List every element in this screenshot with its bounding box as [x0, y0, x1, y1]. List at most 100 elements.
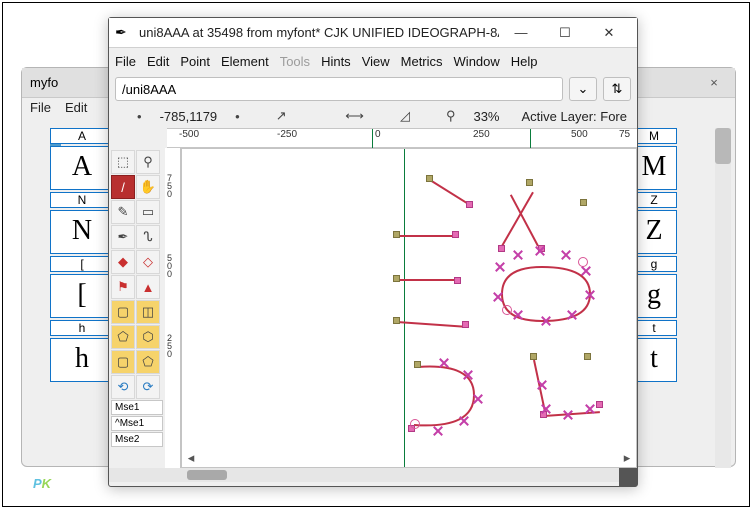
nib-tool[interactable]: ✒ [111, 225, 135, 249]
point-x[interactable] [534, 245, 546, 257]
scale-tool[interactable]: ▢ [111, 300, 135, 324]
point[interactable] [393, 275, 400, 282]
cell-glyph[interactable]: N [50, 210, 114, 254]
horizontal-ruler[interactable]: -500 -250 0 250 500 75 [167, 128, 637, 148]
vertical-scrollbar[interactable] [715, 128, 731, 468]
pen-tool[interactable]: ✎ [111, 200, 135, 224]
menu-element[interactable]: Element [221, 54, 269, 69]
glyph-canvas[interactable]: ◂ ▸ [181, 148, 637, 468]
control-ring[interactable] [410, 419, 420, 429]
watermark-k: K [42, 476, 51, 491]
control-ring[interactable] [578, 257, 588, 267]
curve-tool[interactable]: ▲ [136, 275, 160, 299]
vertical-ruler[interactable]: 7 5 0 5 0 0 2 5 0 [165, 148, 181, 468]
point-x[interactable] [462, 369, 474, 381]
glyph-dropdown[interactable]: ⌄ [569, 77, 597, 101]
scroll-thumb[interactable] [187, 470, 227, 480]
control-ring[interactable] [502, 305, 512, 315]
point-x[interactable] [472, 393, 484, 405]
rotate-tool[interactable]: ⬡ [136, 325, 160, 349]
handle[interactable] [454, 277, 461, 284]
hand-tool[interactable]: ✋ [136, 175, 160, 199]
point-x[interactable] [432, 425, 444, 437]
handle[interactable] [498, 245, 505, 252]
point-x[interactable] [494, 261, 506, 273]
point-x[interactable] [512, 309, 524, 321]
scroll-right-icon[interactable]: ▸ [620, 451, 634, 465]
point-x[interactable] [562, 409, 574, 421]
point-x[interactable] [492, 291, 504, 303]
zoom-tool[interactable]: ⚲ [136, 150, 160, 174]
point-x[interactable] [566, 309, 578, 321]
close-icon[interactable]: × [701, 70, 727, 96]
cell-header[interactable]: A [50, 128, 114, 144]
point-x[interactable] [458, 415, 470, 427]
menu-window[interactable]: Window [454, 54, 500, 69]
pointer-tool[interactable]: ⬚ [111, 150, 135, 174]
cw-tool[interactable]: ⟳ [136, 375, 160, 399]
menu-view[interactable]: View [362, 54, 390, 69]
point[interactable] [426, 175, 433, 182]
glyph-updown[interactable]: ⇅ [603, 77, 631, 101]
corner-tool[interactable]: ◆ [111, 250, 135, 274]
titlebar[interactable]: ✒ uni8AAA at 35498 from myfont* CJK UNIF… [109, 18, 637, 48]
point[interactable] [393, 231, 400, 238]
point-x[interactable] [584, 289, 596, 301]
stroke[interactable] [397, 235, 457, 237]
bg-menu-edit[interactable]: Edit [65, 100, 87, 120]
point-x[interactable] [560, 249, 572, 261]
poly-tool[interactable]: ⬠ [136, 350, 160, 374]
menu-help[interactable]: Help [511, 54, 538, 69]
resize-grip[interactable] [619, 468, 637, 486]
maximize-button[interactable]: ☐ [543, 19, 587, 47]
menu-file[interactable]: File [115, 54, 136, 69]
point-x[interactable] [584, 403, 596, 415]
stroke[interactable] [501, 192, 534, 247]
flag-tool[interactable]: ⚑ [111, 275, 135, 299]
draw-tool[interactable]: / [111, 175, 135, 199]
glyph-name-field[interactable]: /uni8AAA [115, 77, 563, 101]
stroke[interactable] [429, 179, 467, 204]
stroke[interactable] [397, 321, 467, 328]
point[interactable] [393, 317, 400, 324]
point[interactable] [526, 179, 533, 186]
scroll-left-icon[interactable]: ◂ [184, 451, 198, 465]
ccw-tool[interactable]: ⟲ [111, 375, 135, 399]
handle[interactable] [466, 201, 473, 208]
point-x[interactable] [512, 249, 524, 261]
rect3d-tool[interactable]: ▢ [111, 350, 135, 374]
point-x[interactable] [438, 357, 450, 369]
active-layer[interactable]: Active Layer: Fore [522, 109, 628, 124]
cell-glyph[interactable]: [ [50, 274, 114, 318]
menu-hints[interactable]: Hints [321, 54, 351, 69]
point-x[interactable] [536, 379, 548, 391]
horizontal-scrollbar[interactable] [109, 468, 637, 482]
skew-tool[interactable]: ⬠ [111, 325, 135, 349]
point-x[interactable] [540, 315, 552, 327]
rect-tool[interactable]: ▭ [136, 200, 160, 224]
handle[interactable] [462, 321, 469, 328]
menu-metrics[interactable]: Metrics [401, 54, 443, 69]
point[interactable] [580, 199, 587, 206]
spiro-tool[interactable]: ᔐ [136, 225, 160, 249]
cell-glyph[interactable]: A [50, 146, 114, 190]
close-button[interactable]: ✕ [587, 19, 631, 47]
point[interactable] [530, 353, 537, 360]
bg-menu-file[interactable]: File [30, 100, 51, 120]
menu-point[interactable]: Point [180, 54, 210, 69]
point[interactable] [414, 361, 421, 368]
handle[interactable] [452, 231, 459, 238]
handle[interactable] [596, 401, 603, 408]
tangent-tool[interactable]: ◇ [136, 250, 160, 274]
menu-edit[interactable]: Edit [147, 54, 169, 69]
glyph-nav-row: /uni8AAA ⌄ ⇅ [109, 74, 637, 104]
minimize-button[interactable]: — [499, 19, 543, 47]
stroke[interactable] [397, 279, 459, 281]
flip-tool[interactable]: ◫ [136, 300, 160, 324]
cell-header[interactable]: h [50, 320, 114, 336]
cell-header[interactable]: N [50, 192, 114, 208]
cell-glyph[interactable]: h [50, 338, 114, 382]
point-x[interactable] [540, 403, 552, 415]
point[interactable] [584, 353, 591, 360]
cell-header[interactable]: [ [50, 256, 114, 272]
